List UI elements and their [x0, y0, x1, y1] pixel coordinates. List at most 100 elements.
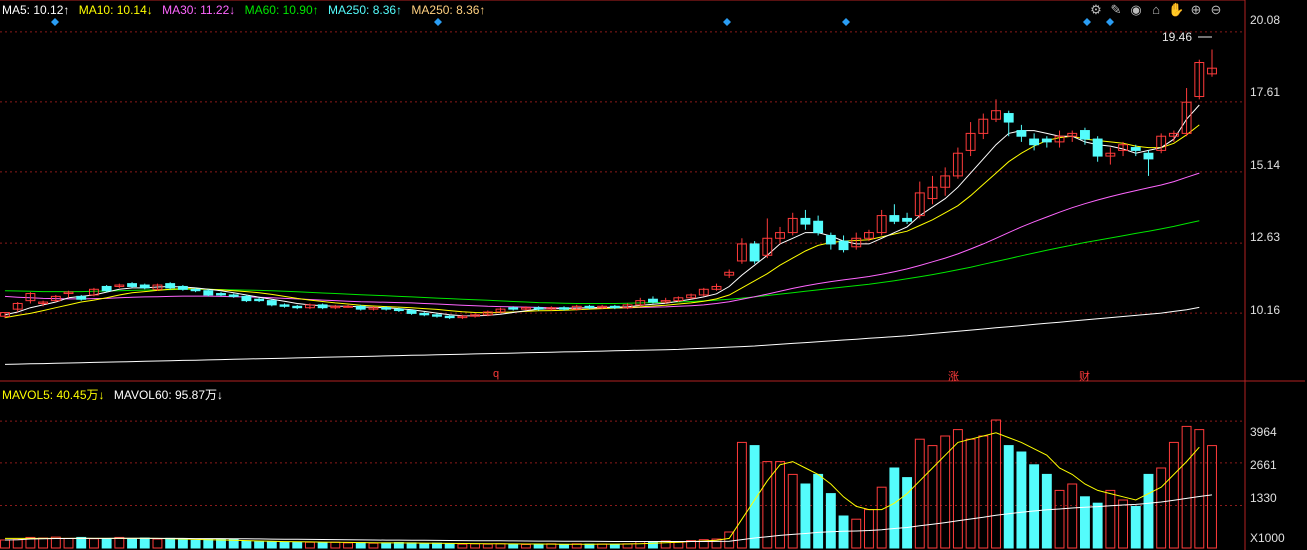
- kline-chart[interactable]: [0, 0, 1307, 550]
- candle-body: [355, 305, 366, 310]
- chart-toolbar: ⚙ ✎ ◉ ⌂ ✋ ⊕ ⊖: [1088, 2, 1224, 18]
- vol-unit-label: X1000: [1250, 531, 1285, 545]
- volume-bar: [813, 473, 824, 549]
- price-axis-label: 20.08: [1250, 13, 1281, 27]
- volume-bar: [444, 543, 455, 549]
- candle-body: [127, 283, 137, 287]
- zoom-out-icon[interactable]: ⊖: [1208, 2, 1224, 18]
- candle-body: [241, 295, 252, 302]
- volume-bar: [101, 538, 112, 549]
- ma250-legend-2: MA250: 8.36↑: [411, 3, 486, 17]
- candle-body: [393, 308, 404, 312]
- candle-body: [609, 305, 620, 309]
- candle-body: [317, 304, 328, 309]
- volume-bar: [165, 537, 176, 549]
- candle-body: [381, 307, 392, 310]
- pen-icon[interactable]: ✎: [1108, 2, 1124, 18]
- volume-bar: [216, 538, 226, 549]
- volume-bar: [965, 438, 976, 549]
- candle-body: [559, 307, 569, 310]
- hand-icon[interactable]: ✋: [1168, 2, 1184, 18]
- volume-bar: [419, 543, 430, 549]
- volume-bar: [317, 542, 328, 549]
- volume-bar: [355, 542, 366, 549]
- candle-body: [902, 217, 913, 222]
- volume-bar: [1118, 499, 1129, 549]
- volume-bar: [1130, 505, 1141, 549]
- event-diamond-icon: [1106, 18, 1114, 26]
- volume-bar: [533, 543, 544, 549]
- volume-bar: [190, 539, 201, 549]
- vol-axis-label: 3964: [1250, 425, 1277, 439]
- eye-icon[interactable]: ◉: [1128, 2, 1144, 18]
- volume-bar: [406, 542, 417, 549]
- volume-bar: [559, 543, 569, 549]
- volume-bar: [902, 477, 913, 549]
- volume-bar: [63, 537, 74, 549]
- volume-bar: [635, 541, 646, 549]
- volume-bar: [38, 537, 49, 549]
- event-diamond-icon: [842, 18, 850, 26]
- vol-legend: MAVOL5: 40.45万↓ MAVOL60: 95.87万↓: [2, 386, 229, 403]
- volume-bar: [12, 539, 23, 549]
- event-marker[interactable]: q: [493, 368, 499, 380]
- volume-bar: [254, 541, 265, 549]
- mavol60-legend: MAVOL60: 95.87万↓: [113, 388, 224, 402]
- candle-body: [1029, 138, 1040, 146]
- volume-bar: [1041, 473, 1052, 549]
- candle-body: [508, 307, 519, 310]
- volume-bar: [1067, 483, 1078, 549]
- candle-body: [444, 315, 455, 319]
- candle-body: [1080, 130, 1090, 140]
- zoom-in-icon[interactable]: ⊕: [1188, 2, 1204, 18]
- volume-bar: [368, 542, 379, 549]
- volume-bar: [673, 541, 684, 549]
- candle-body: [76, 295, 87, 300]
- volume-bar: [927, 445, 938, 549]
- candle-body: [889, 215, 900, 222]
- volume-bar: [127, 538, 137, 549]
- volume-bar: [584, 543, 595, 549]
- event-marker[interactable]: 财: [1079, 368, 1090, 384]
- candle-body: [648, 298, 658, 303]
- volume-bar: [825, 493, 836, 549]
- volume-bar: [864, 509, 874, 549]
- settings-icon[interactable]: ⚙: [1088, 2, 1104, 18]
- candle-body: [254, 298, 265, 302]
- price-axis-label: 15.14: [1250, 158, 1281, 172]
- candle-body: [343, 305, 353, 308]
- volume-bar: [889, 467, 900, 549]
- volume-bar: [139, 537, 150, 549]
- event-diamond-icon: [1083, 18, 1091, 26]
- candle-body: [825, 234, 836, 245]
- volume-bar: [432, 542, 442, 549]
- ma30-legend: MA30: 11.22↓: [162, 3, 236, 17]
- volume-bar: [914, 438, 925, 549]
- ma5-legend: MA5: 10.12↑: [2, 3, 70, 17]
- event-diamond-icon: [51, 18, 59, 26]
- candle-body: [177, 285, 188, 290]
- candle-body: [228, 294, 239, 297]
- volume-bar: [457, 543, 468, 549]
- store-icon[interactable]: ⌂: [1148, 2, 1164, 18]
- volume-bar: [787, 473, 798, 549]
- volume-bar: [177, 538, 188, 549]
- volume-bar: [1143, 473, 1154, 549]
- volume-bar: [1054, 489, 1065, 549]
- candle-body: [432, 314, 442, 317]
- volume-bar: [597, 543, 608, 549]
- mavol5-legend: MAVOL5: 40.45万↓: [2, 388, 105, 402]
- candle-body: [1092, 138, 1103, 157]
- volume-bar: [508, 543, 519, 549]
- candle-body: [1016, 130, 1027, 137]
- event-diamond-icon: [723, 18, 731, 26]
- volume-bar: [800, 483, 811, 549]
- candle-body: [749, 243, 760, 262]
- event-marker[interactable]: 涨: [948, 368, 959, 384]
- candle-body: [406, 310, 417, 314]
- volume-bar: [1156, 467, 1167, 549]
- volume-bar: [660, 540, 671, 549]
- candle-body: [838, 240, 849, 251]
- candle-body: [419, 312, 430, 316]
- volume-bar: [0, 539, 10, 549]
